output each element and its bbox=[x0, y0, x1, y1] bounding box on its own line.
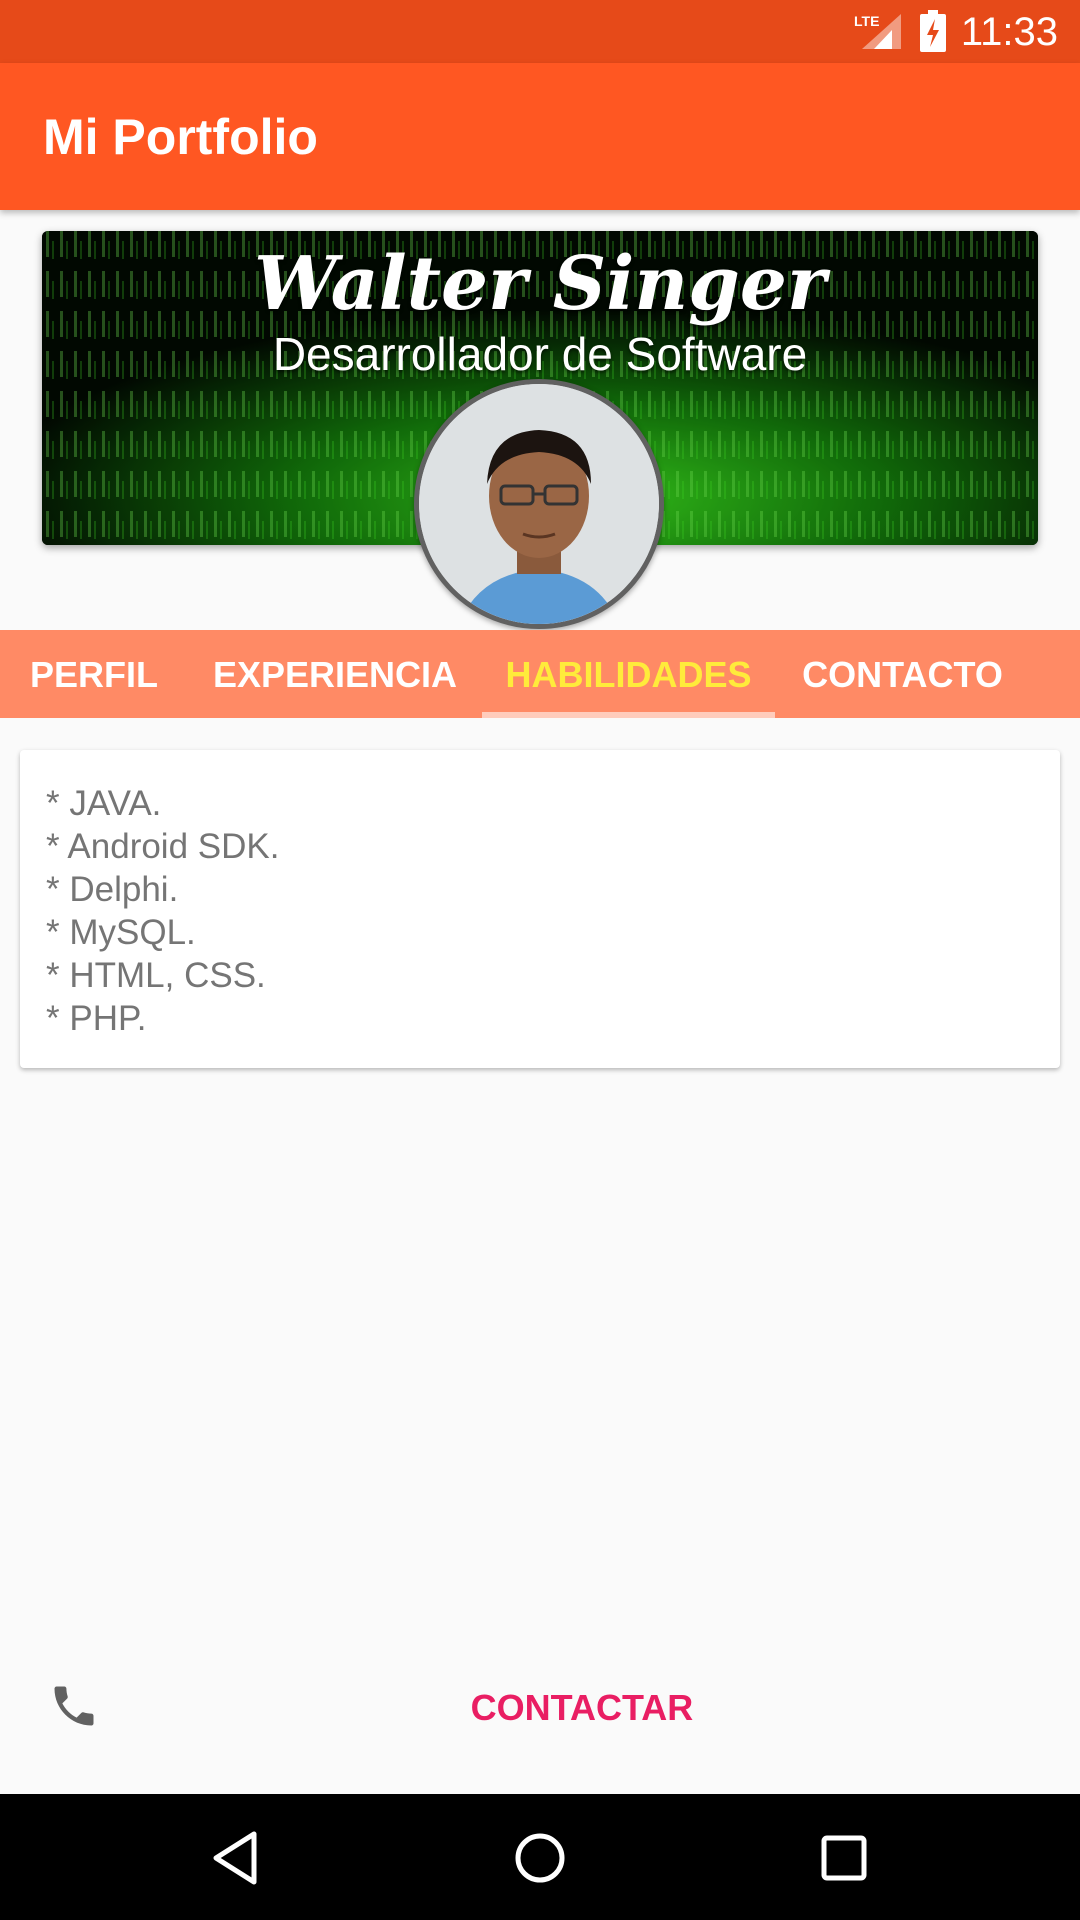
list-item: * PHP. bbox=[46, 999, 147, 1038]
app-title: Mi Portfolio bbox=[43, 109, 318, 165]
status-time: 11:33 bbox=[960, 10, 1058, 54]
tab-bar: PERFIL EXPERIENCIA HABILIDADES CONTACTO bbox=[0, 630, 1080, 718]
list-item: * Delphi. bbox=[46, 870, 179, 909]
list-item: * HTML, CSS. bbox=[46, 956, 266, 995]
lte-signal-icon: LTE bbox=[854, 13, 901, 49]
svg-text:LTE: LTE bbox=[854, 13, 879, 29]
tab-indicator bbox=[482, 712, 775, 718]
profile-avatar bbox=[414, 379, 664, 629]
profile-role: Desarrollador de Software bbox=[272, 328, 808, 380]
tab-habilidades[interactable]: HABILIDADES bbox=[482, 630, 775, 718]
tab-contacto[interactable]: CONTACTO bbox=[775, 630, 1030, 718]
skills-list: * JAVA. * Android SDK. * Delphi. * MySQL… bbox=[46, 782, 279, 1040]
list-item: * Android SDK. bbox=[46, 827, 280, 866]
tab-experiencia[interactable]: EXPERIENCIA bbox=[188, 630, 482, 718]
home-icon[interactable] bbox=[508, 1826, 572, 1890]
phone-icon[interactable] bbox=[48, 1680, 100, 1732]
status-bar: LTE 11:33 bbox=[0, 0, 1080, 63]
skills-card: * JAVA. * Android SDK. * Delphi. * MySQL… bbox=[20, 750, 1060, 1068]
list-item: * JAVA. bbox=[46, 784, 162, 823]
profile-name: Walter Singer bbox=[254, 241, 826, 327]
profile-photo bbox=[419, 384, 659, 624]
contact-button[interactable]: CONTACTAR bbox=[432, 1680, 732, 1736]
system-nav-bar bbox=[0, 1794, 1080, 1920]
app-bar: Mi Portfolio bbox=[0, 63, 1080, 210]
app-screen: LTE 11:33 Mi Portfolio Walter Singer Des… bbox=[0, 0, 1080, 1920]
list-item: * MySQL. bbox=[46, 913, 196, 952]
tab-perfil[interactable]: PERFIL bbox=[0, 630, 188, 718]
back-icon[interactable] bbox=[204, 1826, 268, 1890]
recents-icon[interactable] bbox=[812, 1826, 876, 1890]
battery-charging-icon bbox=[920, 10, 946, 52]
